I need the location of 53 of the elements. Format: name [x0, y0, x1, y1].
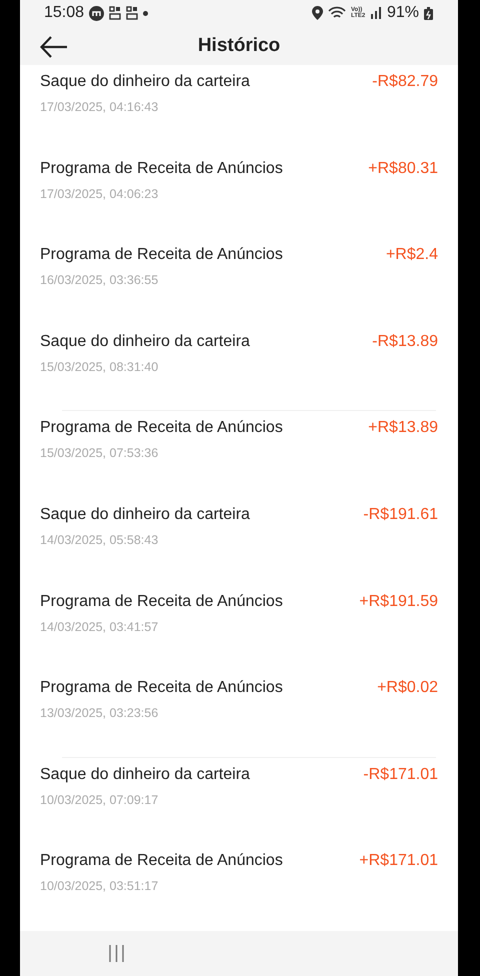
transaction-title: Programa de Receita de Anúncios: [40, 418, 283, 438]
transaction-amount: +R$171.01: [359, 851, 438, 872]
transaction-date: 15/03/2025, 07:53:36: [40, 446, 160, 460]
status-time: 15:08: [44, 4, 84, 22]
transaction-title: Programa de Receita de Anúncios: [40, 592, 283, 612]
transaction-amount: -R$171.01: [363, 764, 438, 785]
back-button[interactable]: [40, 34, 70, 60]
transaction-row[interactable]: Saque do dinheiro da carteira 10/03/2025, 07:09:17 -R$171.01: [20, 758, 458, 844]
notification-icon: [126, 6, 138, 20]
transaction-amount: +R$191.59: [359, 592, 438, 612]
transaction-date: 17/03/2025, 04:06:23: [40, 186, 160, 201]
transaction-amount: +R$0.02: [377, 678, 438, 698]
notification-icon: [109, 6, 122, 20]
transaction-date: 14/03/2025, 05:58:43: [40, 532, 160, 547]
transaction-amount: +R$2.4: [386, 245, 438, 266]
wifi-icon: [328, 6, 346, 20]
app-icon: [89, 6, 104, 21]
transaction-date: 14/03/2025, 03:41:57: [40, 620, 160, 634]
transaction-date: 17/03/2025, 04:16:43: [40, 100, 160, 114]
dot-icon: [143, 10, 148, 16]
transaction-amount: -R$82.79: [372, 72, 438, 92]
location-icon: [312, 6, 323, 20]
transaction-title: Programa de Receita de Anúncios: [40, 158, 283, 179]
signal-icon: [370, 7, 382, 20]
transaction-title: Saque do dinheiro da carteira: [40, 332, 250, 352]
transaction-row[interactable]: Programa de Receita de Anúncios 13/03/2025, 03:23:56 +R$0.02: [20, 671, 458, 758]
battery-level: 91%: [386, 4, 419, 22]
transaction-row[interactable]: Saque do dinheiro da carteira 15/03/2025, 08:31:40 -R$13.89: [20, 324, 458, 412]
transaction-row[interactable]: Saque do dinheiro da carteira 14/03/2025, 05:58:43 -R$191.61: [20, 498, 458, 585]
transaction-amount: +R$80.31: [368, 158, 438, 179]
transaction-row[interactable]: Saque do dinheiro da carteira 17/03/2025, 04:16:43 -R$82.79: [20, 64, 458, 152]
transaction-amount: -R$13.89: [372, 332, 438, 352]
page-title: Histórico: [198, 34, 280, 57]
transaction-date: 15/03/2025, 08:31:40: [40, 360, 160, 374]
transaction-row[interactable]: Programa de Receita de Anúncios 14/03/2025, 03:41:57 +R$191.59: [20, 584, 458, 672]
transaction-title: Programa de Receita de Anúncios: [40, 245, 283, 266]
transaction-title: Programa de Receita de Anúncios: [40, 851, 283, 872]
transaction-title: Saque do dinheiro da carteira: [40, 72, 250, 92]
transaction-row[interactable]: Programa de Receita de Anúncios 17/03/2025, 04:06:23 +R$80.31: [20, 152, 458, 238]
battery-icon: [424, 6, 433, 20]
transaction-title: Programa de Receita de Anúncios: [40, 678, 283, 698]
transaction-date: 13/03/2025, 03:23:56: [40, 706, 160, 720]
transaction-date: 10/03/2025, 07:09:17: [40, 792, 160, 807]
transaction-row[interactable]: Programa de Receita de Anúncios 16/03/2025, 03:36:55 +R$2.4: [20, 238, 458, 325]
transaction-date: 16/03/2025, 03:36:55: [40, 273, 160, 288]
transaction-row[interactable]: Programa de Receita de Anúncios 15/03/2025, 07:53:36 +R$13.89: [20, 411, 458, 498]
transaction-amount: +R$13.89: [368, 418, 438, 438]
recent-apps-icon[interactable]: [108, 944, 125, 962]
transaction-row[interactable]: Programa de Receita de Anúncios 10/03/2025, 03:51:17 +R$171.01: [20, 844, 458, 931]
transaction-date: 10/03/2025, 03:51:17: [40, 879, 160, 894]
transaction-title: Saque do dinheiro da carteira: [40, 504, 250, 525]
transaction-title: Saque do dinheiro da carteira: [40, 764, 250, 785]
transaction-amount: -R$191.61: [363, 504, 438, 525]
